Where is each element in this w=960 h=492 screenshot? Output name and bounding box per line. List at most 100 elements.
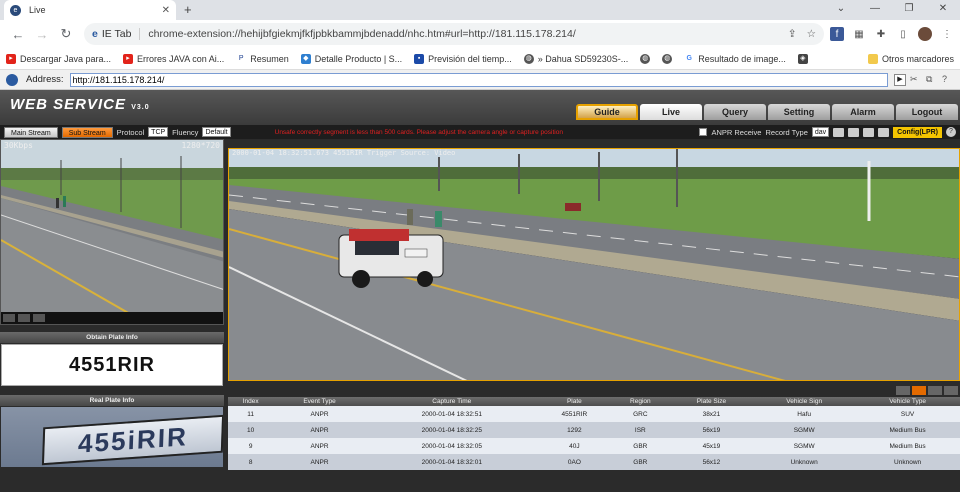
microphone-icon[interactable] xyxy=(833,127,845,137)
main-stream-video[interactable]: 2000-01-04 18:32:51.673 4551RIR Trigger … xyxy=(228,148,960,381)
reload-icon[interactable]: ↻ xyxy=(54,26,78,42)
capture-overlay: 2000-01-04 18:32:51.673 4551RIR Trigger … xyxy=(232,149,456,157)
address-label: Address: xyxy=(26,74,64,85)
cell: 11 xyxy=(228,406,274,422)
col-header[interactable]: Plate xyxy=(537,397,611,406)
sub-stream-button[interactable]: Sub Stream xyxy=(61,126,113,138)
result-tool-icon-active[interactable] xyxy=(912,385,926,395)
grid-extension-icon[interactable]: ▦ xyxy=(852,27,866,41)
sidebar-icon[interactable]: ▯ xyxy=(896,27,910,41)
forward-icon[interactable]: → xyxy=(30,27,54,42)
main-stream-button[interactable]: Main Stream xyxy=(4,126,58,138)
stream-tool-icon[interactable] xyxy=(3,314,15,322)
other-bookmarks-label: Otros marcadores xyxy=(881,53,954,64)
cell: ANPR xyxy=(273,438,366,454)
fluency-select[interactable]: Default xyxy=(202,127,231,137)
ie-address-input[interactable] xyxy=(69,72,888,87)
profile-avatar[interactable] xyxy=(918,27,932,41)
bookmark-label: Errores JAVA con Ai... xyxy=(137,53,225,64)
anpr-receive-checkbox[interactable] xyxy=(699,128,708,136)
tools-icon[interactable]: ✂ xyxy=(910,74,922,86)
share-icon[interactable]: ⇪ xyxy=(788,28,797,40)
bookmark-item[interactable]: P Resumen xyxy=(236,53,289,64)
app-header: WEB SERVICE V3.0 Guide Live Query Settin… xyxy=(0,90,960,125)
nav-setting[interactable]: Setting xyxy=(768,104,830,120)
col-header[interactable]: Vehicle Sign xyxy=(753,397,856,406)
omnibox[interactable]: e IE Tab chrome-extension://hehijbfgiekm… xyxy=(84,23,824,45)
bookmark-item[interactable]: ◍» Dahua SD59230S-... xyxy=(523,53,628,64)
table-row[interactable]: 10 ANPR 2000-01-04 18:32:25 1292 ISR 56x… xyxy=(228,422,960,438)
facebook-extension-icon[interactable]: f xyxy=(830,27,844,41)
stream-tool-icon[interactable] xyxy=(33,314,45,322)
go-arrow-icon[interactable]: ▶ xyxy=(894,73,906,86)
cell: Medium Bus xyxy=(855,438,960,454)
col-header[interactable]: Capture Time xyxy=(365,397,538,406)
browser-tab-live[interactable]: e Live ✕ xyxy=(4,0,176,20)
table-row[interactable]: 11 ANPR 2000-01-04 18:32:51 4551RIR GRC … xyxy=(228,406,960,422)
table-row[interactable]: 9 ANPR 2000-01-04 18:32:05 40J GBR 45x19… xyxy=(228,438,960,454)
cell: ISR xyxy=(610,422,670,438)
bookmark-item[interactable]: G Resultado de image... xyxy=(684,53,786,64)
record-type-select[interactable]: dav xyxy=(811,127,830,137)
col-header[interactable]: Event Type xyxy=(273,397,366,406)
bookmark-item[interactable]: ▸ Errores JAVA con Ai... xyxy=(123,53,225,64)
bookmark-globe[interactable]: ◍ xyxy=(640,53,651,64)
bookmark-item[interactable]: ◆ Detalle Producto | S... xyxy=(300,53,402,64)
cell: 40J xyxy=(537,438,611,454)
snapshot-icon[interactable] xyxy=(848,127,860,137)
bookmark-label: Resumen xyxy=(250,53,289,64)
table-row[interactable]: 8 ANPR 2000-01-04 18:32:01 0AO GBR 56x12… xyxy=(228,454,960,470)
ie-tab-chip[interactable]: e IE Tab xyxy=(92,28,141,40)
browser-toolbar: ← → ↻ e IE Tab chrome-extension://hehijb… xyxy=(0,20,960,48)
nav-live[interactable]: Live xyxy=(640,104,702,120)
restore-icon[interactable]: ❐ xyxy=(892,0,926,18)
plate-crop: 455iRIR xyxy=(41,414,223,466)
back-icon[interactable]: ← xyxy=(6,27,30,42)
bookmark-item[interactable]: ◈ xyxy=(797,53,808,64)
bookmark-item[interactable]: ▸ Descargar Java para... xyxy=(6,53,111,64)
result-tool-icon[interactable] xyxy=(896,385,910,395)
nav-query[interactable]: Query xyxy=(704,104,766,120)
minimize-icon[interactable]: — xyxy=(858,0,892,18)
cell: 2000-01-04 18:32:01 xyxy=(365,454,538,470)
road-scene-small xyxy=(1,140,223,324)
col-header[interactable]: Region xyxy=(610,397,670,406)
obtained-plate: 4551RIR xyxy=(1,344,223,386)
bookmark-star-icon[interactable]: ☆ xyxy=(807,28,816,40)
chevron-down-icon[interactable]: ⌄ xyxy=(824,0,858,18)
nav-alarm[interactable]: Alarm xyxy=(832,104,894,120)
cell: ANPR xyxy=(273,422,366,438)
close-window-icon[interactable]: ✕ xyxy=(926,0,960,18)
menu-kebab-icon[interactable]: ⋮ xyxy=(940,27,954,41)
bookmark-item[interactable]: ▪ Previsión del tiemp... xyxy=(414,53,512,64)
new-tab-icon[interactable]: + xyxy=(184,2,192,17)
protocol-select[interactable]: TCP xyxy=(148,127,169,137)
camera-icon[interactable] xyxy=(878,127,890,137)
stream-tool-icon[interactable] xyxy=(18,314,30,322)
camera-warning: Unsafe correctly segment is less than 50… xyxy=(274,128,563,136)
record-icon[interactable] xyxy=(863,127,875,137)
other-bookmarks[interactable]: Otros marcadores xyxy=(867,53,954,64)
protocol-label: Protocol xyxy=(116,127,145,137)
nav-logout[interactable]: Logout xyxy=(896,104,958,120)
col-header[interactable]: Vehicle Type xyxy=(855,397,960,406)
compat-icon[interactable]: ⧉ xyxy=(926,74,938,86)
live-view-area: 30Kbps 1280*720 Obtain Plate Info 4551RI… xyxy=(0,139,960,492)
help-icon[interactable]: ? xyxy=(946,127,956,137)
table-header-row: Index Event Type Capture Time Plate Regi… xyxy=(228,397,960,406)
col-header[interactable]: Index xyxy=(228,397,274,406)
bookmark-globe[interactable]: ◍ xyxy=(662,53,673,64)
config-lpr-button[interactable]: Config(LPR) xyxy=(893,126,942,138)
help-icon[interactable]: ? xyxy=(942,74,954,86)
nav-guide[interactable]: Guide xyxy=(576,104,638,120)
cell: 45x19 xyxy=(669,438,754,454)
result-tool-icon[interactable] xyxy=(944,385,958,395)
ie-tools: ✂ ⧉ ? xyxy=(910,74,954,86)
sub-stream-video[interactable]: 30Kbps 1280*720 xyxy=(0,139,224,325)
result-tool-icon[interactable] xyxy=(928,385,942,395)
close-tab-icon[interactable]: ✕ xyxy=(162,5,170,16)
col-header[interactable]: Plate Size xyxy=(669,397,754,406)
puzzle-extensions-icon[interactable]: ✚ xyxy=(874,27,888,41)
